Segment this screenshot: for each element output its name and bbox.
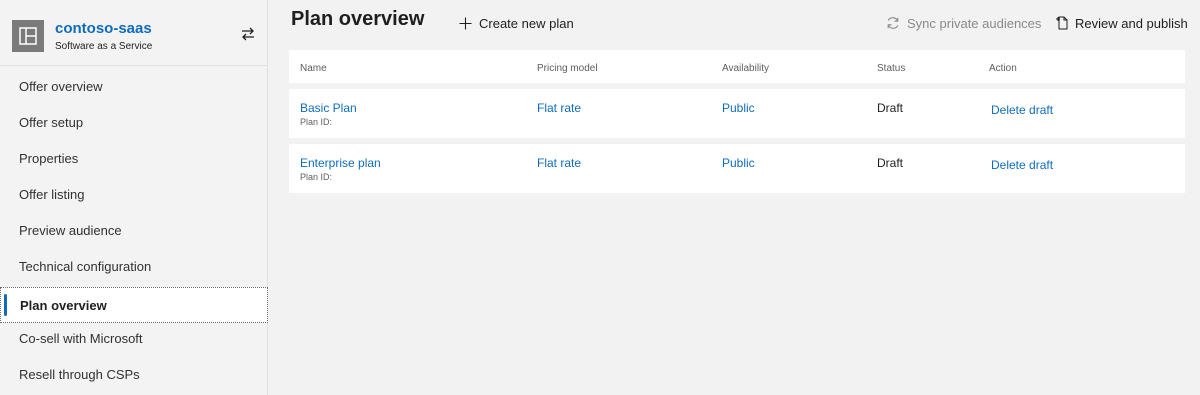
review-and-publish-button[interactable]: Review and publish <box>1055 14 1188 32</box>
sidebar-item-offer-listing[interactable]: Offer listing <box>0 177 268 213</box>
table-row: Basic Plan Plan ID: Flat rate Public Dra… <box>289 89 1185 138</box>
offer-name: contoso-saas <box>55 20 152 37</box>
switch-arrows-icon[interactable] <box>240 26 256 42</box>
sync-icon <box>887 17 899 29</box>
column-header-availability: Availability <box>722 63 770 74</box>
delete-draft-link[interactable]: Delete draft <box>991 158 1053 172</box>
availability-link[interactable]: Public <box>722 156 755 170</box>
sidebar-item-resell-csps[interactable]: Resell through CSPs <box>0 357 268 393</box>
sidebar-item-offer-setup[interactable]: Offer setup <box>0 105 268 141</box>
page-title: Plan overview <box>291 8 425 30</box>
review-and-publish-label: Review and publish <box>1075 15 1188 31</box>
column-header-status: Status <box>877 63 906 74</box>
delete-draft-link[interactable]: Delete draft <box>991 103 1053 117</box>
plan-name-link[interactable]: Enterprise plan <box>300 156 381 170</box>
column-header-name: Name <box>300 63 327 74</box>
sidebar-item-plan-overview[interactable]: Plan overview <box>0 287 268 323</box>
status-text: Draft <box>877 101 904 115</box>
plan-id-label: Plan ID: <box>300 172 333 182</box>
sidebar-item-co-sell[interactable]: Co-sell with Microsoft <box>0 321 268 357</box>
offer-type: Software as a Service <box>55 41 153 52</box>
status-text: Draft <box>877 156 904 170</box>
plan-name-link[interactable]: Basic Plan <box>300 101 357 115</box>
sidebar-item-technical-configuration[interactable]: Technical configuration <box>0 249 268 285</box>
app-tile-icon <box>12 20 44 52</box>
availability-link[interactable]: Public <box>722 101 755 115</box>
offer-header: contoso-saas Software as a Service <box>0 0 268 66</box>
plans-table-header: Name Pricing model Availability Status A… <box>289 50 1185 83</box>
column-header-pricing-model: Pricing model <box>537 63 598 74</box>
document-publish-icon <box>1056 16 1068 30</box>
sync-private-audiences-button[interactable]: Sync private audiences <box>886 14 1041 32</box>
column-header-action: Action <box>989 63 1017 74</box>
pricing-model-link[interactable]: Flat rate <box>537 101 581 115</box>
sidebar-item-offer-overview[interactable]: Offer overview <box>0 69 268 105</box>
create-new-plan-button[interactable]: Create new plan <box>459 14 574 32</box>
left-navigation: contoso-saas Software as a Service Offer… <box>0 0 268 395</box>
table-row: Enterprise plan Plan ID: Flat rate Publi… <box>289 144 1185 193</box>
sidebar-item-properties[interactable]: Properties <box>0 141 268 177</box>
pricing-model-link[interactable]: Flat rate <box>537 156 581 170</box>
create-new-plan-label: Create new plan <box>479 15 574 31</box>
plan-id-label: Plan ID: <box>300 117 333 127</box>
sidebar-item-preview-audience[interactable]: Preview audience <box>0 213 268 249</box>
sync-private-audiences-label: Sync private audiences <box>907 15 1042 31</box>
plus-icon <box>459 17 472 29</box>
